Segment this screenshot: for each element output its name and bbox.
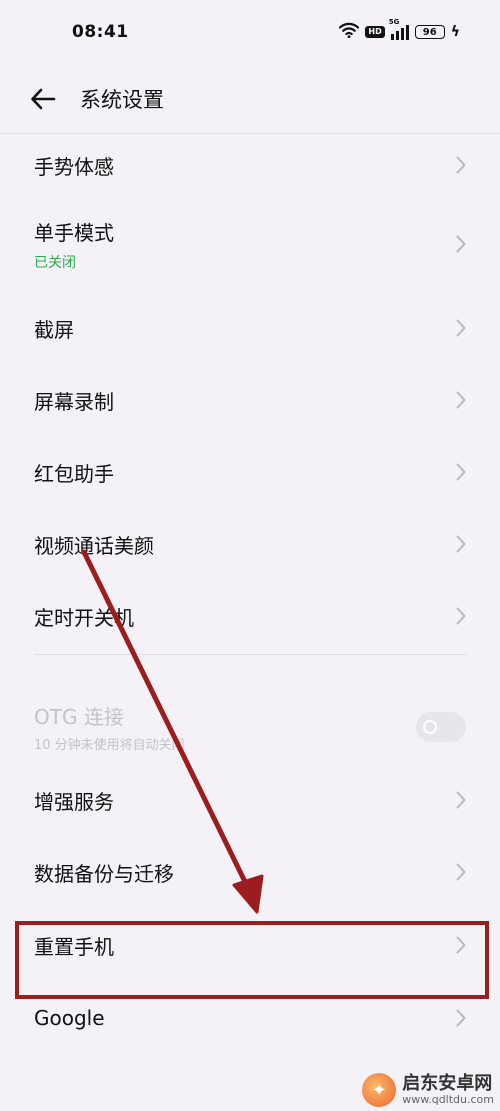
settings-item-scheduled-power[interactable]: 定时开关机 <box>0 580 500 652</box>
settings-item-description: 10 分钟未使用将自动关闭 <box>34 738 185 753</box>
chevron-right-icon <box>450 463 466 481</box>
status-icons: HD 5G 96 ϟ <box>339 18 460 42</box>
section-divider <box>34 654 467 655</box>
chevron-right-icon <box>450 235 466 253</box>
settings-item-otg[interactable]: OTG 连接 10 分钟未使用将自动关闭 <box>0 690 500 764</box>
settings-item-label: Google <box>34 1006 105 1030</box>
settings-item-label: 屏幕录制 <box>34 389 114 414</box>
settings-item-google[interactable]: Google <box>0 982 500 1054</box>
battery-icon: 96 <box>414 25 445 39</box>
chevron-right-icon <box>450 391 466 409</box>
charging-icon: ϟ <box>450 24 460 40</box>
watermark: ✦ 启东安卓网 www.qdltdu.com <box>362 1073 494 1107</box>
network-type: 5G <box>388 18 400 26</box>
status-bar: 08:41 HD 5G 96 ϟ <box>0 0 500 64</box>
chevron-right-icon <box>450 936 466 954</box>
settings-item-label: OTG 连接 <box>34 705 124 729</box>
settings-item-gestures[interactable]: 手势体感 <box>0 134 500 196</box>
watermark-name: 启东安卓网 <box>402 1072 493 1094</box>
settings-item-label: 视频通话美颜 <box>34 533 154 558</box>
settings-item-video-call-beauty[interactable]: 视频通话美颜 <box>0 508 500 580</box>
app-bar: 系统设置 <box>0 64 500 134</box>
signal-icon: 5G <box>389 18 409 40</box>
settings-item-backup-migration[interactable]: 数据备份与迁移 <box>0 836 500 908</box>
settings-item-label: 红包助手 <box>34 461 114 486</box>
section-gap <box>0 652 500 690</box>
settings-item-label: 重置手机 <box>34 934 114 959</box>
chevron-right-icon <box>450 607 466 625</box>
settings-list: 手势体感 单手模式 已关闭 截屏 屏幕录制 红包助手 视频通话美颜 定时开关机 … <box>0 134 500 1054</box>
chevron-right-icon <box>450 156 466 174</box>
chevron-right-icon <box>450 319 466 337</box>
chevron-right-icon <box>450 791 466 809</box>
settings-item-label: 截屏 <box>34 317 74 342</box>
settings-item-label: 增强服务 <box>34 789 114 814</box>
chevron-right-icon <box>450 1009 466 1027</box>
watermark-logo-icon: ✦ <box>362 1073 397 1107</box>
settings-item-enhanced-services[interactable]: 增强服务 <box>0 764 500 836</box>
settings-item-label: 数据备份与迁移 <box>34 861 174 886</box>
settings-item-screenshot[interactable]: 截屏 <box>0 292 500 364</box>
watermark-url: www.qdltdu.com <box>402 1092 494 1106</box>
settings-item-label: 定时开关机 <box>34 605 134 630</box>
toggle-knob <box>423 720 437 734</box>
settings-item-label: 手势体感 <box>34 154 114 179</box>
status-time: 08:41 <box>72 22 129 42</box>
otg-toggle[interactable] <box>416 712 466 742</box>
chevron-right-icon <box>450 863 466 881</box>
settings-item-reset-phone[interactable]: 重置手机 <box>0 908 500 982</box>
settings-item-screen-recording[interactable]: 屏幕录制 <box>0 364 500 436</box>
chevron-right-icon <box>450 535 466 553</box>
back-arrow-icon[interactable] <box>30 85 58 113</box>
settings-item-one-hand-mode[interactable]: 单手模式 已关闭 <box>0 196 500 292</box>
settings-item-status: 已关闭 <box>34 254 76 271</box>
settings-item-label: 单手模式 <box>34 220 114 245</box>
wifi-icon <box>339 22 360 42</box>
settings-item-red-packet-assistant[interactable]: 红包助手 <box>0 436 500 508</box>
page-title: 系统设置 <box>80 87 164 112</box>
hd-icon: HD <box>365 26 385 38</box>
